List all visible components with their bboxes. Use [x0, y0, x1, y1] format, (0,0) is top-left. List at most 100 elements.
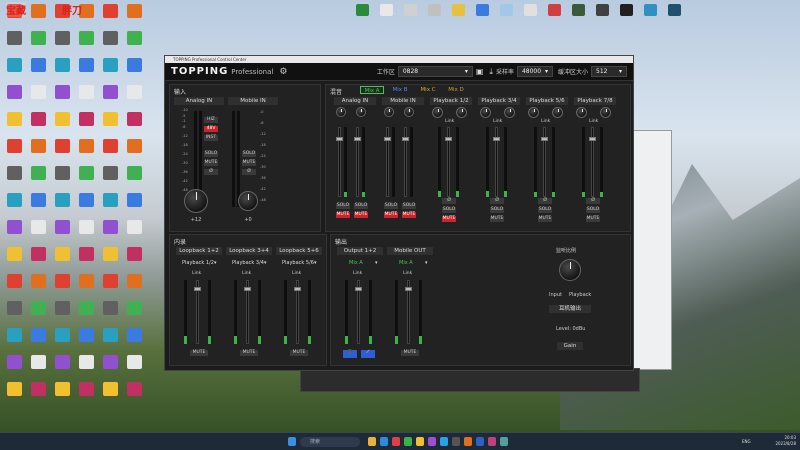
mixer-pan-knob[interactable] — [480, 107, 491, 118]
mixer-phase-button[interactable]: Ø — [538, 198, 552, 204]
mixer-fader-handle[interactable] — [493, 137, 500, 141]
desktop-shortcut-icon[interactable] — [2, 382, 26, 408]
hiz-button[interactable]: HIZ — [204, 117, 218, 123]
desktop-shortcut-icon[interactable] — [98, 4, 122, 30]
desktop-shortcut-icon[interactable] — [50, 247, 74, 273]
mixer-pan-knob[interactable] — [356, 107, 366, 117]
desktop-shortcut-icon[interactable] — [122, 328, 146, 354]
app-icon[interactable] — [392, 437, 400, 446]
desktop-shortcut-icon[interactable] — [122, 247, 146, 273]
desktop-shortcut-icon[interactable] — [470, 4, 494, 16]
output-source-select[interactable]: Mix A — [399, 260, 413, 267]
desktop-shortcut-icon[interactable] — [50, 139, 74, 165]
desktop-shortcut-icon[interactable] — [98, 328, 122, 354]
desktop-shortcut-icon[interactable] — [26, 355, 50, 381]
loopback-source-select[interactable]: Playback 3/4 — [232, 260, 264, 267]
mixer-mute-button[interactable]: MUTE — [354, 212, 368, 218]
desktop-shortcut-icon[interactable] — [26, 301, 50, 327]
tab-mix-a[interactable]: Mix A — [360, 86, 384, 94]
gear-icon[interactable]: ⚙ — [279, 67, 287, 77]
mixer-mute-button[interactable]: MUTE — [490, 216, 504, 222]
desktop-shortcut-icon[interactable] — [98, 301, 122, 327]
desktop-shortcut-icon[interactable] — [50, 274, 74, 300]
desktop-shortcut-icon[interactable] — [26, 4, 50, 30]
mixer-solo-button[interactable]: SOLO — [384, 203, 398, 209]
desktop-shortcut-icon[interactable] — [422, 4, 446, 16]
windows-start-icon[interactable] — [288, 437, 296, 446]
desktop-shortcut-icon[interactable] — [74, 301, 98, 327]
line-out-icon[interactable]: ⟋ — [361, 350, 375, 358]
desktop-shortcut-icon[interactable] — [26, 247, 50, 273]
phantom-48v-button[interactable]: 48V — [204, 126, 218, 132]
mobile-in-gain-knob[interactable] — [238, 191, 258, 211]
chrome-icon[interactable] — [416, 437, 424, 446]
output-source-select[interactable]: Mix A — [349, 260, 363, 267]
mixer-phase-button[interactable]: Ø — [442, 198, 456, 204]
output-mute-button[interactable]: MUTE — [401, 350, 419, 356]
desktop-shortcut-icon[interactable] — [50, 301, 74, 327]
mixer-mute-button[interactable]: MUTE — [336, 212, 350, 218]
loopback-fader-handle[interactable] — [244, 287, 251, 291]
desktop-shortcut-icon[interactable] — [74, 139, 98, 165]
desktop-shortcut-icon[interactable] — [50, 328, 74, 354]
mixer-fader-handle[interactable] — [445, 137, 452, 141]
mixer-fader-handle[interactable] — [384, 137, 391, 141]
desktop-shortcut-icon[interactable] — [74, 31, 98, 57]
desktop-shortcut-icon[interactable] — [26, 166, 50, 192]
desktop-shortcut-icon[interactable] — [98, 112, 122, 138]
mixer-mute-button[interactable]: MUTE — [384, 212, 398, 218]
desktop-shortcut-icon[interactable] — [350, 4, 374, 16]
mixer-mute-button[interactable]: MUTE — [586, 216, 600, 222]
loopback-mute-button[interactable]: MUTE — [190, 350, 208, 356]
desktop-shortcut-icon[interactable] — [566, 4, 590, 16]
desktop-shortcut-icon[interactable] — [26, 328, 50, 354]
app-icon[interactable] — [440, 437, 448, 446]
desktop-shortcut-icon[interactable] — [74, 166, 98, 192]
samplerate-select[interactable]: 48000 ▾ — [516, 66, 553, 77]
desktop-shortcut-icon[interactable] — [74, 220, 98, 246]
buffer-select[interactable]: 512 ▾ — [591, 66, 627, 77]
mixer-solo-button[interactable]: SOLO — [586, 207, 600, 213]
save-icon[interactable]: ▣ — [476, 67, 484, 76]
desktop-shortcut-icon[interactable] — [122, 58, 146, 84]
app-icon[interactable] — [404, 437, 412, 446]
loopback-mute-button[interactable]: MUTE — [290, 350, 308, 356]
mixer-pan-knob[interactable] — [404, 107, 414, 117]
mixer-solo-button[interactable]: SOLO — [538, 207, 552, 213]
desktop-shortcut-icon[interactable] — [2, 328, 26, 354]
mixer-fader-handle[interactable] — [354, 137, 361, 141]
desktop-shortcut-icon[interactable] — [2, 112, 26, 138]
mixer-solo-button[interactable]: SOLO — [442, 207, 456, 213]
desktop-shortcut-icon[interactable] — [122, 220, 146, 246]
tab-mix-b[interactable]: Mix B — [388, 86, 412, 94]
loopback-source-select[interactable]: Playback 1/2 — [182, 260, 214, 267]
loopback-source-select[interactable]: Playback 5/6 — [282, 260, 314, 267]
mixer-mute-button[interactable]: MUTE — [538, 216, 552, 222]
desktop-shortcut-icon[interactable] — [98, 31, 122, 57]
mixer-link-label[interactable]: Link — [589, 119, 598, 124]
file-explorer-icon[interactable] — [368, 437, 376, 446]
output-link-label[interactable]: Link — [353, 271, 362, 276]
desktop-shortcut-icon[interactable] — [74, 274, 98, 300]
desktop-shortcut-icon[interactable] — [26, 58, 50, 84]
desktop-shortcut-icon[interactable] — [50, 193, 74, 219]
desktop-shortcut-icon[interactable] — [614, 4, 638, 16]
mixer-fader-handle[interactable] — [336, 137, 343, 141]
desktop-shortcut-icon[interactable] — [98, 220, 122, 246]
mixer-link-label[interactable]: Link — [541, 119, 550, 124]
output-fader-handle[interactable] — [405, 287, 412, 291]
desktop-shortcut-icon[interactable] — [50, 382, 74, 408]
desktop-shortcut-icon[interactable] — [122, 355, 146, 381]
desktop-shortcut-icon[interactable] — [98, 382, 122, 408]
taskbar-clock[interactable]: 20:03 2023/8/28 — [775, 435, 796, 447]
desktop-shortcut-icon[interactable] — [74, 193, 98, 219]
desktop-shortcut-icon[interactable] — [26, 139, 50, 165]
desktop-shortcut-icon[interactable] — [494, 4, 518, 16]
desktop-shortcut-icon[interactable] — [50, 58, 74, 84]
desktop-shortcut-icon[interactable] — [2, 274, 26, 300]
edge-icon[interactable] — [380, 437, 388, 446]
mixer-phase-button[interactable]: Ø — [490, 198, 504, 204]
app-icon[interactable] — [464, 437, 472, 446]
desktop-shortcut-icon[interactable] — [98, 85, 122, 111]
desktop-shortcut-icon[interactable] — [74, 382, 98, 408]
